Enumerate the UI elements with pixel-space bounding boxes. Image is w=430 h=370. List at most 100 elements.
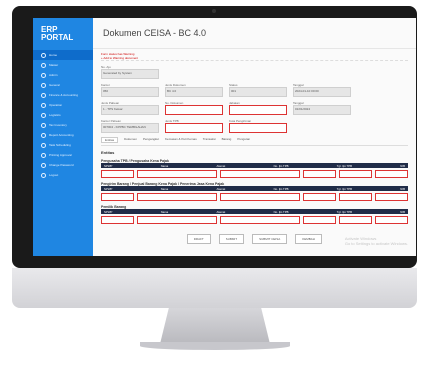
sidebar-item-label: Admin — [49, 73, 58, 77]
sidebar-item-general[interactable]: General — [33, 80, 93, 90]
kembali-button[interactable]: KEMBALI — [295, 234, 323, 244]
field-value[interactable] — [165, 123, 223, 133]
no-ijin-input[interactable] — [302, 193, 336, 201]
sidebar-item-label: Master — [49, 63, 59, 67]
col-nib: NIB — [400, 163, 405, 168]
sidebar-item-label: Logistics — [49, 113, 61, 117]
menu-icon — [41, 82, 46, 88]
col-no-ijin: No. Ijin TPB — [273, 209, 289, 214]
sidebar-item-master[interactable]: Master — [33, 60, 93, 70]
no-aju-value: Generated by System — [101, 69, 159, 79]
field-jenis-pabean: Jenis Pabean 1 - TPS Keluar — [101, 101, 159, 115]
submit-button[interactable]: SUBMIT — [218, 234, 245, 244]
entity-header-bar: NPWP Nama Alamat No. Ijin TPB Tgl. Ijin … — [101, 186, 408, 191]
tab-transaksi[interactable]: Transaksi — [203, 137, 216, 143]
field-value[interactable]: 01/01/2024 — [293, 105, 351, 115]
field-value[interactable]: BC 4.0 — [165, 87, 223, 97]
sidebar-item-tax[interactable]: Tax Inventory — [33, 120, 93, 130]
field-value[interactable] — [229, 105, 287, 115]
menu-icon — [41, 62, 46, 68]
breadcrumb: Form status has Warning + Add to Warning… — [101, 52, 408, 61]
field-status: Status 001 — [229, 83, 287, 97]
tgl-ijin-input[interactable] — [338, 193, 372, 201]
nib-input[interactable] — [374, 193, 408, 201]
sidebar-item-printing[interactable]: Printing Approval — [33, 150, 93, 160]
section-title: Entitas — [101, 150, 115, 155]
menu-icon — [41, 132, 46, 138]
nib-input[interactable] — [374, 216, 408, 224]
breadcrumb-line-2[interactable]: + Add to Warning document — [101, 56, 408, 60]
field-no-dokumen: No. Dokumen — [165, 101, 223, 115]
field-tanggal: Tanggal 2024-01-10 00:00 — [293, 83, 351, 97]
tgl-ijin-input[interactable] — [338, 170, 372, 178]
content: Form status has Warning + Add to Warning… — [93, 52, 416, 252]
sidebar: ERP PORTAL Home Master Admin General Fin… — [33, 18, 93, 256]
tab-entitas[interactable]: Entitas — [101, 137, 119, 143]
watermark-line-2: Go to Settings to activate Windows. — [344, 241, 408, 246]
sidebar-item-home[interactable]: Home — [33, 50, 93, 60]
sidebar-item-admin[interactable]: Admin — [33, 70, 93, 80]
sidebar-item-logout[interactable]: Logout — [33, 170, 93, 180]
tab-dokumen[interactable]: Dokumen — [124, 137, 137, 143]
col-tgl-ijin: Tgl. Ijin TPB — [336, 186, 352, 191]
alamat-input[interactable] — [219, 193, 300, 201]
field-value[interactable]: 001 — [229, 87, 287, 97]
imac-frame: ERP PORTAL Home Master Admin General Fin… — [12, 6, 417, 268]
sidebar-item-password[interactable]: Change Password — [33, 160, 93, 170]
menu-icon — [41, 142, 46, 148]
main: Dokumen CEISA - BC 4.0 Form status has W… — [93, 18, 416, 256]
row-3: Jenis Pabean 1 - TPS Keluar No. Dokumen J… — [101, 101, 408, 115]
field-value[interactable]: 007004 - KPPBC TEMBILAHAN — [101, 123, 159, 133]
sidebar-item-task[interactable]: Task Scheduling — [33, 140, 93, 150]
col-npwp: NPWP — [104, 186, 113, 191]
logout-icon — [41, 172, 46, 178]
tab-pungutan[interactable]: Pungutan — [237, 137, 250, 143]
sidebar-item-finance[interactable]: Finance & Accounting — [33, 90, 93, 100]
sidebar-item-operation[interactable]: Operation — [33, 100, 93, 110]
field-kantor: Kantor 050 — [101, 83, 159, 97]
field-jabatan: Jabatan — [229, 101, 287, 115]
submit-ceisa-button[interactable]: SUBMIT CEISA — [252, 234, 288, 244]
home-icon — [41, 52, 46, 58]
field-tanggal-2: Tanggal 01/01/2024 — [293, 101, 351, 115]
tabs: Entitas Dokumen Pengangkut Kemasan & Pet… — [101, 137, 408, 146]
nama-input[interactable] — [137, 216, 217, 224]
sidebar-item-label: Finance & Accounting — [49, 93, 79, 97]
no-ijin-input[interactable] — [302, 216, 336, 224]
sidebar-item-logistics[interactable]: Logistics — [33, 110, 93, 120]
col-no-ijin: No. Ijin TPB — [273, 186, 289, 191]
sidebar-item-label: Printing Approval — [49, 153, 72, 157]
col-nama: Nama — [160, 163, 169, 168]
entity-pengirim: Pengirim Barang / Penjual Barang Kena Pa… — [101, 182, 408, 201]
entity-header-bar: NPWP Nama Alamat No. Ijin TPB Tgl. Ijin … — [101, 209, 408, 214]
tab-kemasan[interactable]: Kemasan & Peti Kemas — [165, 137, 197, 143]
field-value[interactable]: 050 — [101, 87, 159, 97]
sidebar-item-report[interactable]: Report Accounting — [33, 130, 93, 140]
nib-input[interactable] — [374, 170, 408, 178]
entity-inputs — [101, 193, 408, 201]
npwp-input[interactable] — [101, 216, 135, 224]
tab-barang[interactable]: Barang — [222, 137, 232, 143]
camera-dot — [212, 9, 216, 13]
field-value[interactable] — [229, 123, 287, 133]
nama-input[interactable] — [137, 170, 217, 178]
draft-button[interactable]: DRAFT — [186, 234, 211, 244]
sidebar-item-label: Logout — [49, 173, 59, 177]
menu-icon — [41, 92, 46, 98]
npwp-input[interactable] — [101, 193, 135, 201]
no-ijin-input[interactable] — [302, 170, 336, 178]
tgl-ijin-input[interactable] — [338, 216, 372, 224]
nama-input[interactable] — [137, 193, 217, 201]
field-value[interactable] — [165, 105, 223, 115]
alamat-input[interactable] — [219, 216, 300, 224]
print-icon — [41, 152, 46, 158]
entity-pemilik: Pemilik Barang NPWP Nama Alamat No. Ijin… — [101, 205, 408, 224]
row-4: Kantor Pabean 007004 - KPPBC TEMBILAHAN J… — [101, 119, 408, 133]
npwp-input[interactable] — [101, 170, 135, 178]
col-no-ijin: No. Ijin TPB — [273, 163, 289, 168]
alamat-input[interactable] — [219, 170, 300, 178]
tab-pengangkut[interactable]: Pengangkut — [143, 137, 159, 143]
sidebar-item-label: Home — [49, 53, 58, 57]
field-value[interactable]: 1 - TPS Keluar — [101, 105, 159, 115]
field-value[interactable]: 2024-01-10 00:00 — [293, 87, 351, 97]
